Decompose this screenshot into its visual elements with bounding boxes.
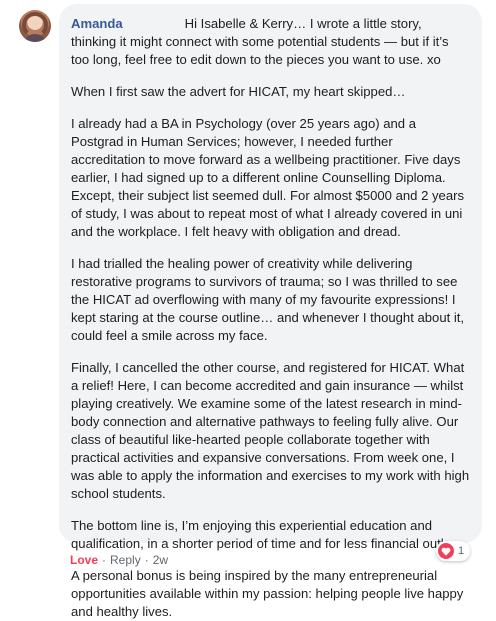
avatar[interactable] (19, 10, 51, 42)
comment-paragraph: The bottom line is, I’m enjoying this ex… (71, 518, 461, 551)
comment-intro: Amanda Hi Isabelle & Kerry… I wrote a lit… (71, 15, 470, 69)
comment-paragraph: I already had a BA in Psychology (over 2… (71, 116, 465, 239)
reaction-count: 1 (458, 545, 465, 557)
heart-icon (438, 543, 454, 559)
comment-paragraph: When I first saw the advert for HICAT, m… (71, 84, 406, 99)
comment-paragraph: Finally, I cancelled the other course, a… (71, 360, 470, 501)
timestamp[interactable]: 2w (153, 553, 168, 567)
separator: · (144, 553, 149, 567)
love-link[interactable]: Love (70, 553, 98, 567)
reaction-count-badge[interactable]: 1 (436, 541, 471, 561)
comment-author[interactable]: Amanda (71, 16, 123, 31)
comment-paragraph: A personal bonus is being inspired by th… (71, 568, 464, 619)
comment-paragraph: Hi Isabelle & Kerry… I wrote a little st… (71, 16, 449, 67)
reply-link[interactable]: Reply (110, 553, 141, 567)
avatar-hair (22, 12, 48, 38)
comment-actions: Love · Reply · 2w (70, 552, 168, 568)
comment-bubble: Amanda Hi Isabelle & Kerry… I wrote a lit… (59, 4, 482, 619)
separator: · (102, 553, 107, 567)
comment-paragraph: I had trialled the healing power of crea… (71, 256, 465, 343)
